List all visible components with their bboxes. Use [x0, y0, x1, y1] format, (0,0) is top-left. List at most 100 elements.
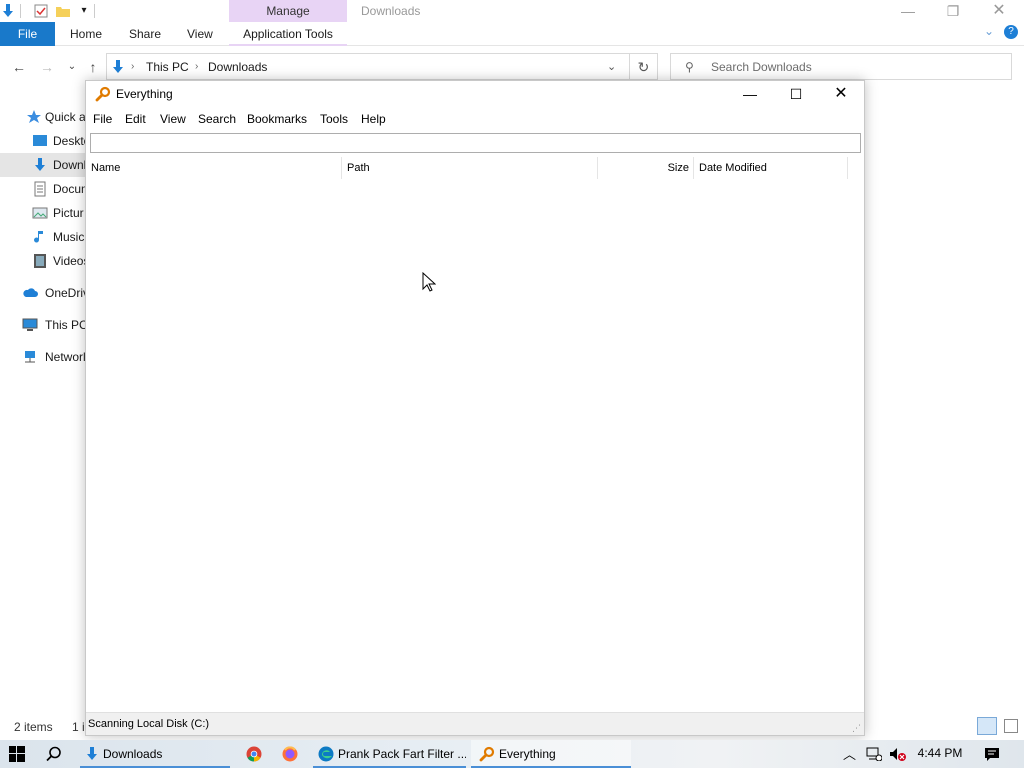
nav-item-this-pc[interactable]: This PC	[0, 313, 86, 337]
new-folder-icon[interactable]	[55, 3, 71, 19]
desktop-icon	[33, 135, 47, 146]
minimize-button[interactable]: —	[727, 81, 773, 107]
nav-item-desktop[interactable]: Deskto	[0, 129, 86, 153]
volume-muted-icon[interactable]	[888, 746, 908, 762]
restore-button[interactable]: ❐	[930, 0, 976, 22]
everything-titlebar[interactable]: Everything — ☐ ✕	[86, 81, 864, 107]
taskbar-app-firefox[interactable]	[274, 740, 306, 768]
menu-edit[interactable]: Edit	[125, 109, 146, 129]
nav-label: Downl	[53, 158, 86, 172]
column-size[interactable]: Size	[598, 157, 694, 179]
breadcrumb-downloads[interactable]: Downloads	[208, 54, 267, 80]
column-date-modified[interactable]: Date Modified	[694, 157, 848, 179]
taskbar-app-label: Prank Pack Fart Filter ...	[338, 747, 466, 761]
show-hidden-icons-icon[interactable]: ︿	[843, 744, 856, 763]
qat-dropdown-icon[interactable]: ▾	[76, 3, 92, 19]
results-list[interactable]	[86, 179, 864, 711]
star-icon	[27, 110, 41, 123]
forward-arrow-icon[interactable]: →	[38, 58, 56, 76]
menu-bookmarks[interactable]: Bookmarks	[247, 109, 307, 129]
back-arrow-icon[interactable]: ←	[10, 58, 28, 76]
explorer-search-box[interactable]: ⚲ Search Downloads	[670, 53, 1012, 80]
qat-divider	[94, 4, 95, 18]
manage-tab[interactable]: Manage	[229, 0, 347, 22]
nav-item-onedrive[interactable]: OneDriv	[0, 281, 86, 305]
resize-grip-icon[interactable]: ⋰	[852, 723, 861, 734]
picture-icon	[32, 207, 48, 219]
search-icon[interactable]	[46, 746, 62, 762]
nav-item-network[interactable]: Networl	[0, 345, 86, 369]
nav-item-music[interactable]: Music	[0, 225, 86, 249]
taskbar-app-edge[interactable]: Prank Pack Fart Filter ...	[313, 740, 466, 768]
search-icon: ⚲	[685, 60, 694, 74]
refresh-button[interactable]: ↻	[630, 53, 658, 80]
recent-locations-icon[interactable]: ⌄	[63, 58, 81, 76]
nav-item-documents[interactable]: Docum	[0, 177, 86, 201]
taskbar-app-chrome[interactable]	[238, 740, 270, 768]
large-icons-view-icon[interactable]	[1004, 719, 1018, 733]
ribbon-home-tab[interactable]: Home	[70, 22, 102, 46]
explorer-titlebar: ▾ Manage Downloads — ❐ ✕	[0, 0, 1024, 22]
menu-view[interactable]: View	[160, 109, 186, 129]
document-icon	[34, 181, 46, 197]
ribbon-share-tab[interactable]: Share	[129, 22, 161, 46]
everything-statusbar: Scanning Local Disk (C:) ⋰	[86, 712, 864, 735]
up-arrow-icon[interactable]: ↑	[84, 58, 102, 76]
network-icon	[25, 351, 35, 363]
music-icon	[34, 231, 43, 243]
windows-start-icon[interactable]	[9, 746, 25, 762]
minimize-button[interactable]: —	[885, 0, 931, 22]
nav-label: Quick a	[45, 110, 86, 124]
nav-item-downloads[interactable]: Downl	[0, 153, 86, 177]
item-count: 2 items	[14, 720, 53, 734]
properties-icon[interactable]	[33, 3, 49, 19]
nav-label: Networl	[45, 350, 86, 364]
firefox-icon	[282, 746, 298, 762]
everything-window: Everything — ☐ ✕ File Edit View Search B…	[85, 80, 865, 736]
ribbon-tabs: File Home Share View Application Tools ⌄…	[0, 22, 1024, 46]
nav-label: Videos	[53, 254, 86, 268]
ribbon-file-tab[interactable]: File	[0, 22, 55, 46]
menu-tools[interactable]: Tools	[320, 109, 348, 129]
download-arrow-icon[interactable]	[0, 3, 16, 19]
results-column-headers: Name Path Size Date Modified	[86, 157, 864, 179]
folder-download-icon	[87, 747, 97, 760]
close-button[interactable]: ✕	[976, 0, 1022, 22]
notifications-icon[interactable]	[984, 746, 1000, 762]
help-icon[interactable]: ?	[1004, 25, 1018, 39]
menu-search[interactable]: Search	[198, 109, 236, 129]
scan-status-text: Scanning Local Disk (C:)	[88, 718, 210, 730]
everything-title: Everything	[116, 87, 173, 101]
network-status-icon[interactable]	[866, 747, 882, 761]
nav-item-videos[interactable]: Videos	[0, 249, 86, 273]
nav-label: Deskto	[53, 134, 86, 148]
taskbar-app-downloads[interactable]: Downloads	[80, 740, 230, 768]
nav-label: Docum	[53, 182, 86, 196]
nav-item-pictures[interactable]: Pictur	[0, 201, 86, 225]
address-dropdown-icon[interactable]: ⌄	[607, 54, 616, 80]
breadcrumb-this-pc[interactable]: This PC	[146, 54, 189, 80]
everything-search-input[interactable]	[90, 133, 861, 153]
selection-count: 1 i	[72, 720, 85, 734]
maximize-button[interactable]: ☐	[773, 81, 819, 107]
column-path[interactable]: Path	[342, 157, 598, 179]
taskbar-app-label: Downloads	[103, 747, 163, 761]
taskbar-app-everything[interactable]: Everything	[471, 740, 631, 768]
close-button[interactable]: ✕	[818, 81, 864, 107]
ribbon-view-tab[interactable]: View	[187, 22, 213, 46]
nav-item-quick-access[interactable]: Quick a	[0, 105, 86, 129]
expand-ribbon-icon[interactable]: ⌄	[984, 24, 994, 38]
edge-icon	[318, 746, 334, 762]
address-bar[interactable]: › This PC › Downloads ⌄	[106, 53, 630, 80]
everything-icon	[479, 746, 495, 762]
menu-help[interactable]: Help	[361, 109, 386, 129]
ribbon-application-tools-tab[interactable]: Application Tools	[229, 22, 347, 46]
column-name[interactable]: Name	[86, 157, 342, 179]
chevron-right-icon: ›	[195, 61, 199, 72]
nav-label: This PC	[45, 318, 86, 332]
menu-file[interactable]: File	[93, 109, 112, 129]
details-view-icon[interactable]	[977, 717, 997, 735]
everything-menubar: File Edit View Search Bookmarks Tools He…	[86, 109, 864, 129]
cloud-icon	[23, 288, 38, 297]
taskbar-clock[interactable]: 4:44 PM	[912, 740, 968, 766]
